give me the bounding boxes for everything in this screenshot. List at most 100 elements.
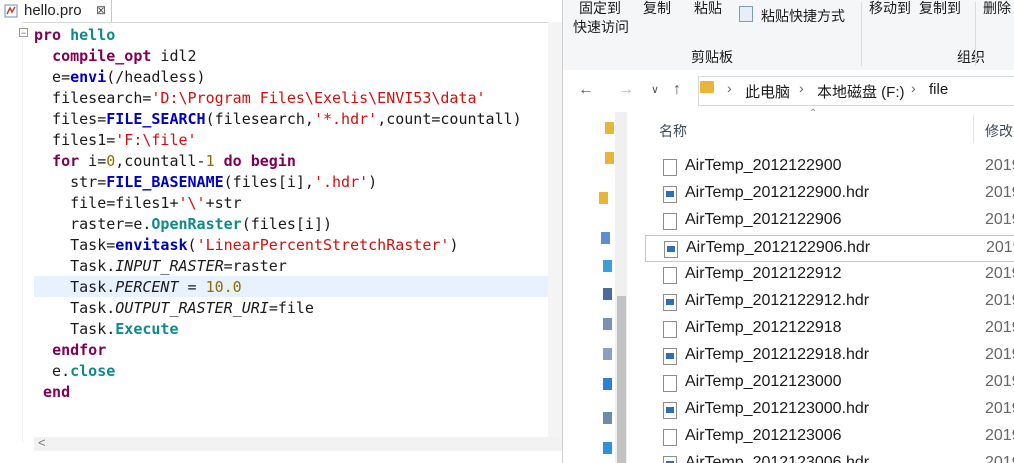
code-area[interactable]: pro hello compile_opt idl2 e=envi(/headl… — [34, 25, 522, 403]
back-arrow-icon[interactable]: ← — [578, 81, 594, 99]
folder-icon[interactable] — [599, 192, 608, 204]
code-token: file=files1+ — [34, 194, 179, 212]
file-name: AirTemp_2012122912 — [685, 265, 842, 282]
code-token: 0 — [106, 152, 116, 170]
3d-objects-icon[interactable] — [603, 260, 612, 272]
pin-to-quick-access-label[interactable]: 快速访问 — [573, 17, 629, 37]
file-row[interactable]: AirTemp_2012122906 2019 — [645, 208, 1014, 235]
close-tab-icon[interactable]: ⊠ — [96, 3, 106, 17]
code-line[interactable]: pro hello — [34, 25, 522, 46]
code-token: Task= — [34, 236, 116, 254]
pin-to-quick-access-button[interactable]: 固定到 — [579, 0, 621, 18]
code-token: e. — [34, 362, 71, 380]
file-row[interactable]: AirTemp_2012122900.hdr 2019 — [645, 181, 1014, 208]
code-token: endfor — [52, 341, 107, 359]
breadcrumb-drive-f[interactable]: 本地磁盘 (F:) — [817, 81, 905, 102]
forward-arrow-icon[interactable]: → — [618, 81, 634, 99]
recent-locations-chevron-icon[interactable]: ∨ — [651, 83, 659, 96]
navigation-scrollbar-thumb[interactable] — [617, 296, 626, 463]
hdr-file-icon — [663, 294, 677, 311]
breadcrumb-separator-icon[interactable]: › — [799, 80, 804, 96]
scroll-left-icon[interactable]: < — [38, 435, 46, 450]
paste-button[interactable]: 粘贴 — [694, 0, 722, 18]
code-line[interactable]: e.close — [34, 361, 522, 382]
folder-icon[interactable] — [605, 122, 614, 134]
file-name: AirTemp_2012122918.hdr — [685, 346, 870, 363]
editor-vertical-scrollbar[interactable] — [548, 22, 562, 437]
code-line[interactable]: raster=e.OpenRaster(files[i]) — [34, 214, 522, 235]
code-token: ) — [449, 236, 459, 254]
hdr-file-icon — [663, 186, 677, 203]
paste-shortcut-button[interactable]: 粘贴快捷方式 — [761, 6, 845, 26]
file-icon — [663, 159, 677, 176]
column-divider[interactable] — [973, 115, 974, 143]
code-line[interactable]: Task=envitask('LinearPercentStretchRaste… — [34, 235, 522, 256]
code-editor-pane[interactable]: hello.pro ⊠ − pro hello compile_opt idl2… — [0, 0, 562, 463]
code-line[interactable]: file=files1+'\'+str — [34, 193, 522, 214]
pictures-icon[interactable] — [603, 318, 612, 330]
editor-horizontal-scrollbar[interactable]: < — [34, 435, 562, 451]
code-token: OUTPUT_RASTER_URI — [115, 299, 269, 317]
file-name: AirTemp_2012122900.hdr — [685, 184, 870, 201]
file-row[interactable]: AirTemp_2012122912.hdr 2019 — [645, 289, 1014, 316]
file-row[interactable]: AirTemp_2012123000.hdr 2019 — [645, 397, 1014, 424]
copy-to-button[interactable]: 复制到 — [919, 0, 961, 18]
file-row[interactable]: AirTemp_2012122912 2019 — [645, 262, 1014, 289]
file-name: AirTemp_2012123006 — [685, 427, 842, 444]
code-line[interactable]: filesearch='D:\Program Files\Exelis\ENVI… — [34, 88, 522, 109]
file-modified-date: 2019 — [985, 265, 1014, 282]
organize-group-label: 组织 — [957, 49, 985, 65]
file-row[interactable]: AirTemp_2012123006.hdr 2019 — [645, 451, 1014, 463]
breadcrumb-this-pc[interactable]: 此电脑 — [745, 81, 790, 102]
column-header-name[interactable]: 名称 — [659, 121, 687, 141]
code-line[interactable]: compile_opt idl2 — [34, 46, 522, 67]
code-line[interactable]: Task.INPUT_RASTER=raster — [34, 256, 522, 277]
editor-gutter — [0, 22, 23, 442]
delete-button[interactable]: 删除 — [983, 0, 1011, 18]
file-modified-date: 2019 — [985, 211, 1014, 228]
code-line[interactable]: Task.Execute — [34, 319, 522, 340]
music-icon[interactable] — [603, 412, 612, 424]
desktop-icon[interactable] — [603, 442, 612, 454]
code-line[interactable]: files1='F:\file' — [34, 130, 522, 151]
folder-icon[interactable] — [605, 152, 614, 164]
videos-icon[interactable] — [603, 288, 612, 300]
file-explorer-window: 固定到 快速访问 复制 粘贴 粘贴快捷方式 剪贴板 移动到 复制到 组织 删除 … — [562, 0, 1014, 463]
this-pc-icon[interactable] — [601, 232, 610, 244]
file-row[interactable]: AirTemp_2012123000 2019 — [645, 370, 1014, 397]
code-line[interactable]: str=FILE_BASENAME(files[i],'.hdr') — [34, 172, 522, 193]
hdr-file-icon — [663, 402, 677, 419]
breadcrumb-separator-icon[interactable]: › — [727, 80, 732, 96]
hdr-file-icon — [663, 456, 677, 463]
file-row[interactable]: AirTemp_2012122918 2019 — [645, 316, 1014, 343]
downloads-icon[interactable] — [603, 378, 612, 390]
tab-hello-pro[interactable]: hello.pro ⊠ — [0, 0, 112, 22]
code-line[interactable]: Task.PERCENT = 10.0 — [34, 277, 522, 298]
code-line[interactable]: e=envi(/headless) — [34, 67, 522, 88]
breadcrumb-separator-icon[interactable]: › — [911, 80, 916, 96]
code-line[interactable]: files=FILE_SEARCH(filesearch,'*.hdr',cou… — [34, 109, 522, 130]
code-token: for — [52, 152, 80, 170]
breadcrumb-file[interactable]: file — [929, 81, 948, 98]
copy-button[interactable]: 复制 — [643, 0, 671, 18]
code-line[interactable]: endfor — [34, 340, 522, 361]
up-arrow-icon[interactable]: ↑ — [673, 81, 681, 99]
code-line[interactable]: Task.OUTPUT_RASTER_URI=file — [34, 298, 522, 319]
file-modified-date: 2019 — [985, 400, 1014, 417]
file-row[interactable]: AirTemp_2012122918.hdr 2019 — [645, 343, 1014, 370]
file-row[interactable]: AirTemp_2012122900 2019 — [645, 154, 1014, 181]
code-token: str= — [34, 173, 107, 191]
code-line[interactable]: end — [34, 382, 522, 403]
move-to-button[interactable]: 移动到 — [869, 0, 911, 18]
fold-collapse-icon[interactable]: − — [19, 28, 28, 38]
code-line[interactable]: for i=0,countall-1 do begin — [34, 151, 522, 172]
column-header-modified[interactable]: 修改 — [985, 121, 1013, 141]
file-row[interactable]: AirTemp_2012123006 2019 — [645, 424, 1014, 451]
code-token: i= — [79, 152, 107, 170]
code-token: (files[i], — [223, 173, 314, 191]
file-row[interactable]: AirTemp_2012122906.hdr 2019 — [645, 235, 1014, 262]
documents-icon[interactable] — [603, 348, 612, 360]
